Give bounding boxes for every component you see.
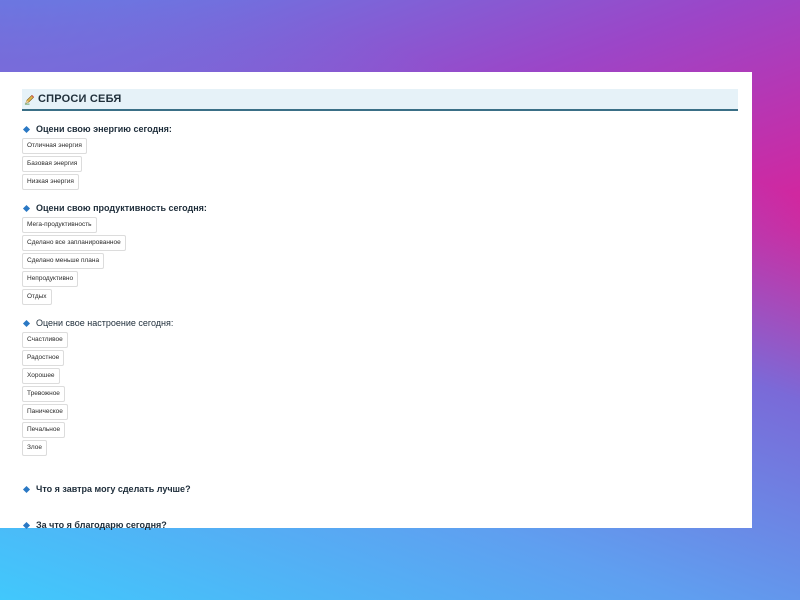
journal-card: СПРОСИ СЕБЯ Оцени свою энергию сегодня: …	[0, 72, 752, 530]
option-chip[interactable]: Сделано меньше плана	[22, 253, 105, 269]
question-label: Что я завтра могу сделать лучше?	[36, 484, 191, 494]
option-chip[interactable]: Отличная энергия	[22, 138, 87, 154]
option-chip[interactable]: Мега-продуктивность	[22, 217, 97, 233]
mood-options: Счастливое Радостное Хорошее Тревожное П…	[22, 332, 738, 456]
option-chip[interactable]: Сделано все запланированное	[22, 235, 126, 251]
section-header: СПРОСИ СЕБЯ	[22, 89, 738, 111]
option-chip[interactable]: Хорошее	[22, 368, 60, 384]
bullet-diamond-icon	[22, 485, 31, 493]
question-label: Оцени свое настроение сегодня:	[36, 318, 174, 328]
question-productivity: Оцени свою продуктивность сегодня:	[22, 203, 738, 213]
option-chip[interactable]: Печальное	[22, 422, 66, 438]
option-chip[interactable]: Счастливое	[22, 332, 68, 348]
option-chip[interactable]: Злое	[22, 440, 48, 456]
question-label: Оцени свою энергию сегодня:	[36, 124, 172, 134]
bullet-diamond-icon	[22, 125, 31, 133]
question-gratitude: За что я благодарю сегодня?	[22, 520, 738, 530]
question-label: За что я благодарю сегодня?	[36, 520, 167, 530]
question-mood: Оцени свое настроение сегодня:	[22, 318, 738, 328]
option-chip[interactable]: Непродуктивно	[22, 271, 79, 287]
option-chip[interactable]: Низкая энергия	[22, 174, 79, 190]
bullet-diamond-icon	[22, 319, 31, 327]
option-chip[interactable]: Тревожное	[22, 386, 65, 402]
productivity-options: Мега-продуктивность Сделано все запланир…	[22, 217, 738, 305]
page-title: СПРОСИ СЕБЯ	[38, 93, 122, 105]
bullet-diamond-icon	[22, 204, 31, 212]
option-chip[interactable]: Базовая энергия	[22, 156, 83, 172]
question-improve: Что я завтра могу сделать лучше?	[22, 484, 738, 494]
option-chip[interactable]: Отдых	[22, 289, 52, 305]
option-chip[interactable]: Паническое	[22, 404, 68, 420]
question-label: Оцени свою продуктивность сегодня:	[36, 203, 207, 213]
pencil-icon	[24, 94, 35, 104]
bullet-diamond-icon	[22, 521, 31, 529]
question-energy: Оцени свою энергию сегодня:	[22, 124, 738, 134]
option-chip[interactable]: Радостное	[22, 350, 65, 366]
energy-options: Отличная энергия Базовая энергия Низкая …	[22, 138, 738, 190]
